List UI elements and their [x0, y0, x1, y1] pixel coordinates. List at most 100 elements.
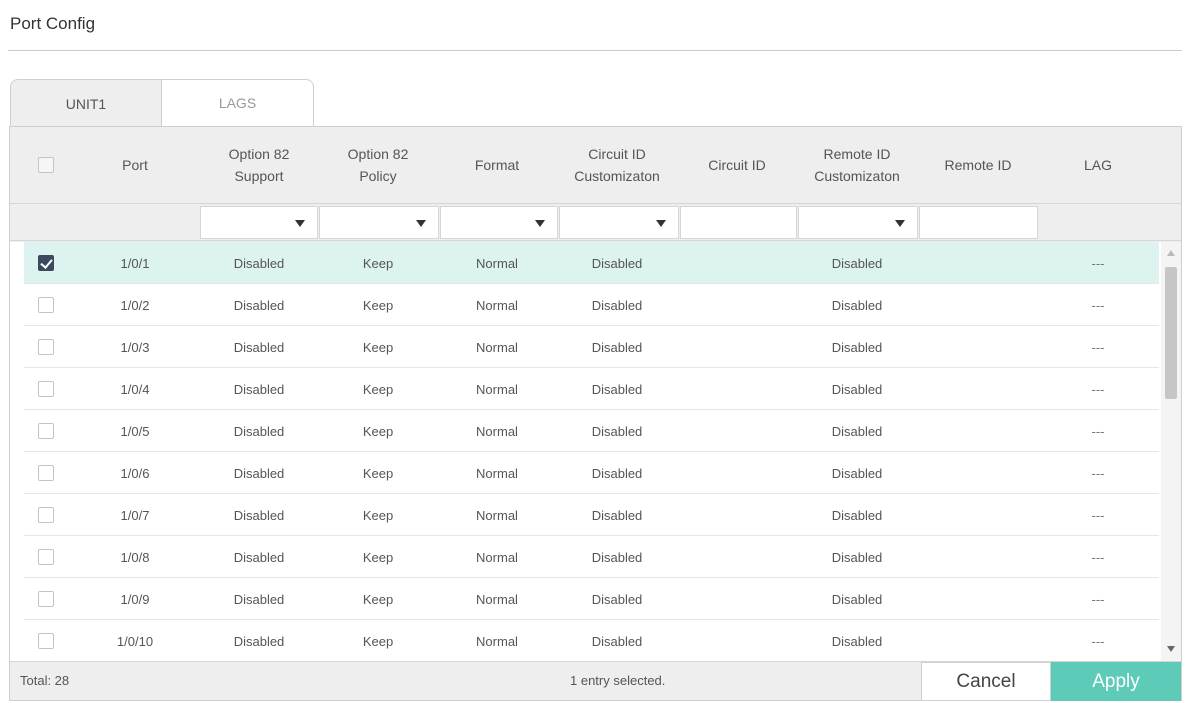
- scroll-down-arrow-icon[interactable]: [1167, 646, 1175, 652]
- cell-circuit-id: [678, 494, 796, 536]
- cell-remote-id-customization: Disabled: [831, 507, 883, 523]
- cell-remote-id: [918, 410, 1038, 452]
- cell-port: 1/0/5: [120, 423, 150, 439]
- cell-remote-id: [918, 536, 1038, 578]
- cell-port: 1/0/2: [120, 297, 150, 313]
- cell-circuit-id-customization: Disabled: [591, 465, 643, 481]
- cell-lag: ---: [1091, 591, 1105, 607]
- filter-remote-id-customization-select[interactable]: [798, 206, 918, 239]
- header-circuit-id-customization[interactable]: Circuit ID Customizaton: [556, 127, 678, 203]
- table-row[interactable]: 1/0/4 Disabled Keep Normal Disabled Disabled -…: [24, 368, 1159, 410]
- row-select-cell[interactable]: [24, 410, 68, 452]
- table-row[interactable]: 1/0/10 Disabled Keep Normal Disabled Disabled…: [24, 620, 1159, 661]
- cell-option82-policy: Keep: [362, 297, 394, 313]
- row-select-cell[interactable]: [24, 536, 68, 578]
- row-select-cell[interactable]: [24, 494, 68, 536]
- apply-button[interactable]: Apply: [1051, 662, 1181, 701]
- row-select-cell[interactable]: [24, 326, 68, 368]
- cell-option82-support: Disabled: [233, 465, 285, 481]
- table-row[interactable]: 1/0/1 Disabled Keep Normal Disabled Disabled -…: [24, 242, 1159, 284]
- header-option82-policy[interactable]: Option 82 Policy: [318, 127, 438, 203]
- row-select-cell[interactable]: [24, 620, 68, 661]
- cell-circuit-id: [678, 368, 796, 410]
- filter-option82-support-select[interactable]: [200, 206, 318, 239]
- scrollbar-thumb[interactable]: [1165, 267, 1177, 399]
- cell-option82-policy: Keep: [362, 591, 394, 607]
- scroll-up-arrow-icon[interactable]: [1167, 250, 1175, 256]
- cell-circuit-id-customization: Disabled: [591, 297, 643, 313]
- cell-remote-id: [918, 242, 1038, 284]
- table-row[interactable]: 1/0/3 Disabled Keep Normal Disabled Disabled -…: [24, 326, 1159, 368]
- row-checkbox[interactable]: [38, 381, 54, 397]
- chevron-down-icon: [535, 220, 545, 227]
- row-select-cell[interactable]: [24, 242, 68, 284]
- cell-format: Normal: [476, 507, 518, 523]
- row-checkbox[interactable]: [38, 423, 54, 439]
- filter-remote-id-input[interactable]: [919, 206, 1038, 239]
- row-select-cell[interactable]: [24, 284, 68, 326]
- cell-format: Normal: [476, 339, 518, 355]
- filter-circuit-id-input[interactable]: [680, 206, 797, 239]
- row-checkbox[interactable]: [38, 633, 54, 649]
- row-checkbox[interactable]: [38, 339, 54, 355]
- header-lag[interactable]: LAG: [1038, 127, 1158, 203]
- cancel-button[interactable]: Cancel: [921, 662, 1051, 701]
- filter-format-select[interactable]: [440, 206, 558, 239]
- chevron-down-icon: [416, 220, 426, 227]
- cell-circuit-id-customization: Disabled: [591, 423, 643, 439]
- header-port[interactable]: Port: [70, 127, 200, 203]
- cell-circuit-id-customization: Disabled: [591, 381, 643, 397]
- header-format[interactable]: Format: [438, 127, 556, 203]
- total-count: Total: 28: [20, 673, 70, 688]
- chevron-down-icon: [895, 220, 905, 227]
- row-checkbox[interactable]: [38, 549, 54, 565]
- row-select-cell[interactable]: [24, 368, 68, 410]
- row-select-cell[interactable]: [24, 578, 68, 620]
- title-divider: [8, 50, 1182, 51]
- table-row[interactable]: 1/0/5 Disabled Keep Normal Disabled Disabled -…: [24, 410, 1159, 452]
- cell-remote-id: [918, 620, 1038, 661]
- cell-lag: ---: [1091, 297, 1105, 313]
- cell-lag: ---: [1091, 465, 1105, 481]
- table-row[interactable]: 1/0/2 Disabled Keep Normal Disabled Disabled -…: [24, 284, 1159, 326]
- chevron-down-icon: [656, 220, 666, 227]
- select-all-checkbox[interactable]: [38, 157, 54, 173]
- header-remote-id-customization[interactable]: Remote ID Customizaton: [796, 127, 918, 203]
- row-checkbox[interactable]: [38, 255, 54, 271]
- row-checkbox[interactable]: [38, 591, 54, 607]
- row-checkbox[interactable]: [38, 297, 54, 313]
- cell-option82-support: Disabled: [233, 255, 285, 271]
- row-checkbox[interactable]: [38, 507, 54, 523]
- cell-option82-policy: Keep: [362, 255, 394, 271]
- cell-format: Normal: [476, 381, 518, 397]
- cell-remote-id: [918, 284, 1038, 326]
- tab-lags[interactable]: LAGS: [162, 79, 314, 127]
- table-row[interactable]: 1/0/7 Disabled Keep Normal Disabled Disabled -…: [24, 494, 1159, 536]
- header-circuit-id[interactable]: Circuit ID: [678, 127, 796, 203]
- cell-circuit-id: [678, 536, 796, 578]
- table-row[interactable]: 1/0/6 Disabled Keep Normal Disabled Disabled -…: [24, 452, 1159, 494]
- header-remote-id[interactable]: Remote ID: [918, 127, 1038, 203]
- tab-unit1[interactable]: UNIT1: [10, 79, 162, 127]
- table-row[interactable]: 1/0/8 Disabled Keep Normal Disabled Disabled -…: [24, 536, 1159, 578]
- cell-port: 1/0/6: [120, 465, 150, 481]
- cell-circuit-id: [678, 620, 796, 661]
- header-option82-support[interactable]: Option 82 Support: [200, 127, 318, 203]
- cell-lag: ---: [1091, 549, 1105, 565]
- vertical-scrollbar[interactable]: [1161, 242, 1181, 661]
- cell-circuit-id: [678, 284, 796, 326]
- filter-circuit-id-customization-select[interactable]: [559, 206, 679, 239]
- grid-body: 1/0/1 Disabled Keep Normal Disabled Disabled -…: [10, 242, 1181, 661]
- cell-option82-policy: Keep: [362, 465, 394, 481]
- cell-format: Normal: [476, 423, 518, 439]
- row-select-cell[interactable]: [24, 452, 68, 494]
- cell-port: 1/0/8: [120, 549, 150, 565]
- row-checkbox[interactable]: [38, 465, 54, 481]
- cell-format: Normal: [476, 255, 518, 271]
- cell-option82-support: Disabled: [233, 633, 285, 649]
- header-select-all-cell[interactable]: [24, 127, 68, 203]
- cell-remote-id-customization: Disabled: [831, 633, 883, 649]
- filter-option82-policy-select[interactable]: [319, 206, 439, 239]
- cell-circuit-id: [678, 242, 796, 284]
- table-row[interactable]: 1/0/9 Disabled Keep Normal Disabled Disabled -…: [24, 578, 1159, 620]
